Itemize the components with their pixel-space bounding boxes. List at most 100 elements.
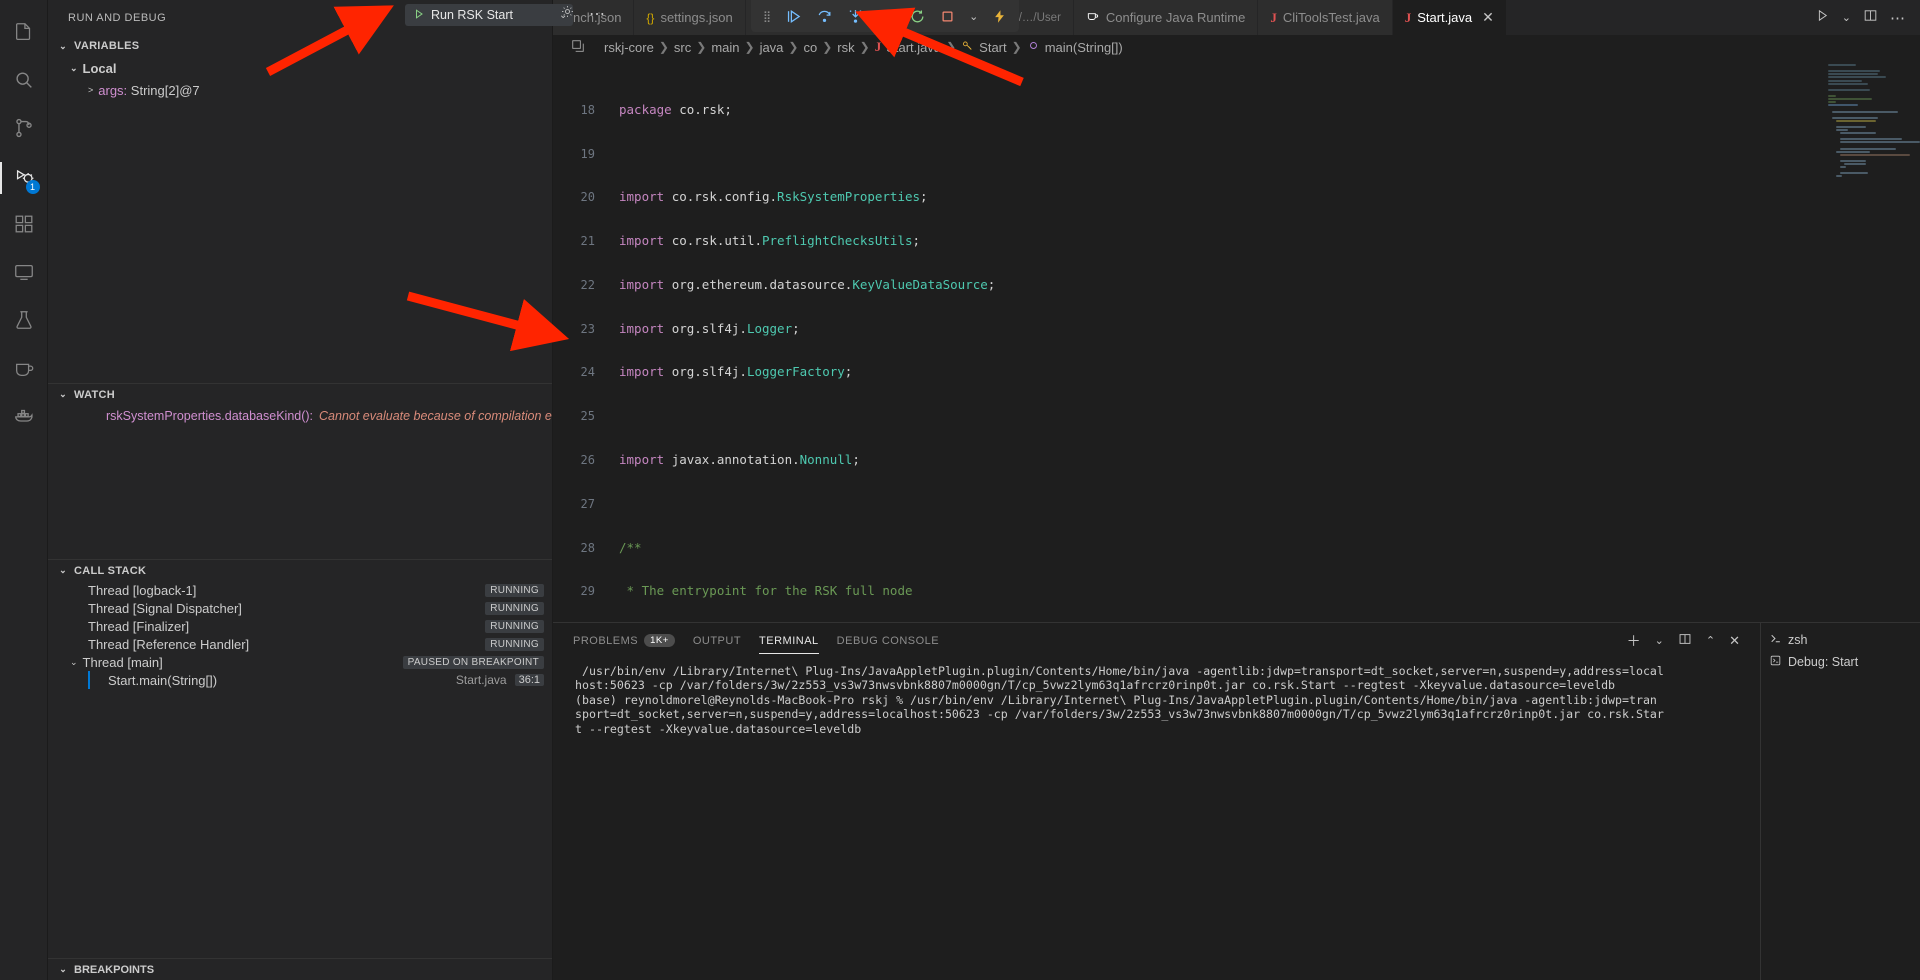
breadcrumb-item-rskj-core[interactable]: rskj-core	[604, 40, 654, 55]
chevron-down-icon[interactable]: ⌄	[969, 10, 978, 23]
tab-bar-actions: ⌄ ⋯	[1801, 0, 1920, 35]
chevron-up-icon[interactable]: ⌃	[1706, 634, 1715, 647]
breadcrumb-item-main[interactable]: main	[711, 40, 739, 55]
section-label-watch: WATCH	[74, 389, 115, 401]
variables-scope-local[interactable]: ⌄ Local	[48, 57, 552, 79]
scope-label: Local	[83, 61, 117, 76]
panel-tab-problems[interactable]: PROBLEMS 1K+	[573, 623, 675, 658]
call-stack-thread[interactable]: Thread [Signal Dispatcher] RUNNING	[48, 599, 552, 617]
code-content: 18package co.rsk; 19 20import co.rsk.con…	[553, 59, 1824, 622]
breadcrumb-item-start-java[interactable]: Start.java	[886, 40, 941, 55]
code-editor[interactable]: 18package co.rsk; 19 20import co.rsk.con…	[553, 59, 1920, 622]
tab-configure-java-runtime[interactable]: Configure Java Runtime	[1074, 0, 1258, 35]
variables-empty-space	[48, 101, 552, 383]
panel-tab-label: TERMINAL	[759, 635, 819, 647]
chevron-down-icon: ⌄	[56, 389, 70, 400]
drag-handle-icon[interactable]: ⣿	[763, 10, 769, 23]
panel-tab-terminal[interactable]: TERMINAL	[759, 623, 819, 658]
restart-icon[interactable]	[909, 8, 926, 25]
panel-tab-debug-console[interactable]: DEBUG CONSOLE	[837, 623, 939, 658]
step-into-icon[interactable]	[847, 8, 864, 25]
close-icon[interactable]: ✕	[1729, 633, 1740, 649]
open-changes-icon[interactable]	[571, 39, 585, 56]
code-line: 23import org.slf4j.Logger;	[553, 322, 1824, 337]
activity-item-docker[interactable]	[0, 394, 48, 442]
thread-label: Thread [logback-1]	[88, 583, 196, 598]
beaker-icon	[13, 309, 35, 336]
split-icon[interactable]	[1678, 632, 1692, 649]
section-header-variables[interactable]: ⌄ VARIABLES	[48, 35, 552, 57]
chevron-down-icon: ⌄	[70, 63, 78, 74]
activity-item-search[interactable]	[0, 58, 48, 106]
call-stack-frame[interactable]: Start.main(String[]) Start.java 36:1	[88, 671, 552, 689]
method-icon	[1027, 39, 1040, 55]
variable-row-args[interactable]: > args: String[2]@7	[48, 79, 552, 101]
extensions-icon	[13, 213, 35, 240]
activity-bar: 1	[0, 0, 48, 980]
run-config-label: Run RSK Start	[431, 8, 513, 22]
chevron-right-icon: ❯	[745, 40, 755, 54]
continue-icon[interactable]	[785, 8, 802, 25]
tab-clitoolstest-java[interactable]: J CliToolsTest.java	[1258, 0, 1392, 35]
call-stack-thread[interactable]: Thread [logback-1] RUNNING	[48, 581, 552, 599]
stop-icon[interactable]	[940, 9, 955, 24]
breadcrumb-item-main-method[interactable]: main(String[])	[1045, 40, 1123, 55]
chevron-down-icon: ⌄	[56, 565, 70, 576]
call-stack-thread-main[interactable]: ⌄ Thread [main] PAUSED ON BREAKPOINT	[48, 653, 552, 671]
variable-value: String[2]@7	[131, 83, 200, 98]
search-icon	[13, 69, 35, 96]
activity-item-run-and-debug[interactable]: 1	[0, 154, 48, 202]
activity-item-source-control[interactable]	[0, 106, 48, 154]
line-number: 27	[553, 497, 611, 512]
thread-state: RUNNING	[485, 602, 544, 615]
debug-toolbar[interactable]: ⣿	[751, 0, 1019, 32]
breadcrumb-item-src[interactable]: src	[674, 40, 691, 55]
code-lines-container[interactable]: 18package co.rsk; 19 20import co.rsk.con…	[553, 59, 1824, 622]
activity-item-testing[interactable]	[0, 298, 48, 346]
thread-label: Thread [Reference Handler]	[88, 637, 249, 652]
section-header-call-stack[interactable]: ⌄ CALL STACK	[48, 559, 552, 581]
section-header-breakpoints[interactable]: ⌄ BREAKPOINTS	[48, 958, 552, 980]
call-stack-thread[interactable]: Thread [Finalizer] RUNNING	[48, 617, 552, 635]
minimap[interactable]	[1824, 59, 1920, 622]
panel-tab-label: OUTPUT	[693, 635, 741, 647]
watch-expression-row[interactable]: rskSystemProperties.databaseKind(): Cann…	[48, 405, 552, 427]
plus-icon[interactable]: ＋	[1627, 631, 1641, 651]
ellipsis-icon[interactable]: ⋯	[1890, 9, 1906, 27]
activity-item-java-projects[interactable]	[0, 346, 48, 394]
ellipsis-icon[interactable]: ⋯	[589, 4, 606, 24]
activity-item-explorer[interactable]	[0, 10, 48, 58]
panel-tab-output[interactable]: OUTPUT	[693, 623, 741, 658]
split-editor-icon[interactable]	[1863, 8, 1878, 28]
chevron-down-icon[interactable]: ⌄	[1842, 11, 1851, 24]
breadcrumb-item-start-class[interactable]: Start	[979, 40, 1006, 55]
activity-item-extensions[interactable]	[0, 202, 48, 250]
activity-item-remote-explorer[interactable]	[0, 250, 48, 298]
line-number: 29	[553, 584, 611, 599]
breadcrumb: rskj-core ❯ src ❯ main ❯ java ❯ co ❯ rsk…	[553, 35, 1920, 59]
terminal-list-item-debug-start[interactable]: Debug: Start	[1769, 651, 1920, 673]
run-configuration-widget[interactable]: Run RSK Start ⌄	[405, 4, 573, 26]
play-icon[interactable]	[1815, 8, 1830, 28]
terminal-output[interactable]: /usr/bin/env /Library/Internet\ Plug-Ins…	[553, 658, 1760, 980]
run-widget-actions: ⋯	[560, 4, 606, 24]
breadcrumb-item-rsk[interactable]: rsk	[837, 40, 854, 55]
step-over-icon[interactable]	[816, 8, 833, 25]
section-header-watch[interactable]: ⌄ WATCH	[48, 383, 552, 405]
bottom-panel: PROBLEMS 1K+ OUTPUT TERMINAL DEBUG CONSO…	[553, 622, 1920, 980]
lightning-icon[interactable]	[992, 8, 1007, 25]
play-icon[interactable]	[413, 8, 425, 23]
terminal-list-item-zsh[interactable]: zsh	[1769, 629, 1920, 651]
step-out-icon[interactable]	[878, 8, 895, 25]
gear-icon[interactable]	[560, 4, 575, 24]
chevron-right-icon[interactable]: >	[88, 85, 93, 95]
tab-settings-json-1[interactable]: {} settings.json	[634, 0, 745, 35]
breadcrumb-item-co[interactable]: co	[803, 40, 817, 55]
chevron-down-icon[interactable]: ⌄	[1655, 634, 1664, 647]
section-label-call-stack: CALL STACK	[74, 565, 146, 577]
chevron-right-icon: ❯	[946, 40, 956, 54]
close-icon[interactable]: ✕	[1482, 9, 1494, 26]
breadcrumb-item-java[interactable]: java	[760, 40, 784, 55]
tab-start-java[interactable]: J Start.java ✕	[1393, 0, 1507, 35]
call-stack-thread[interactable]: Thread [Reference Handler] RUNNING	[48, 635, 552, 653]
